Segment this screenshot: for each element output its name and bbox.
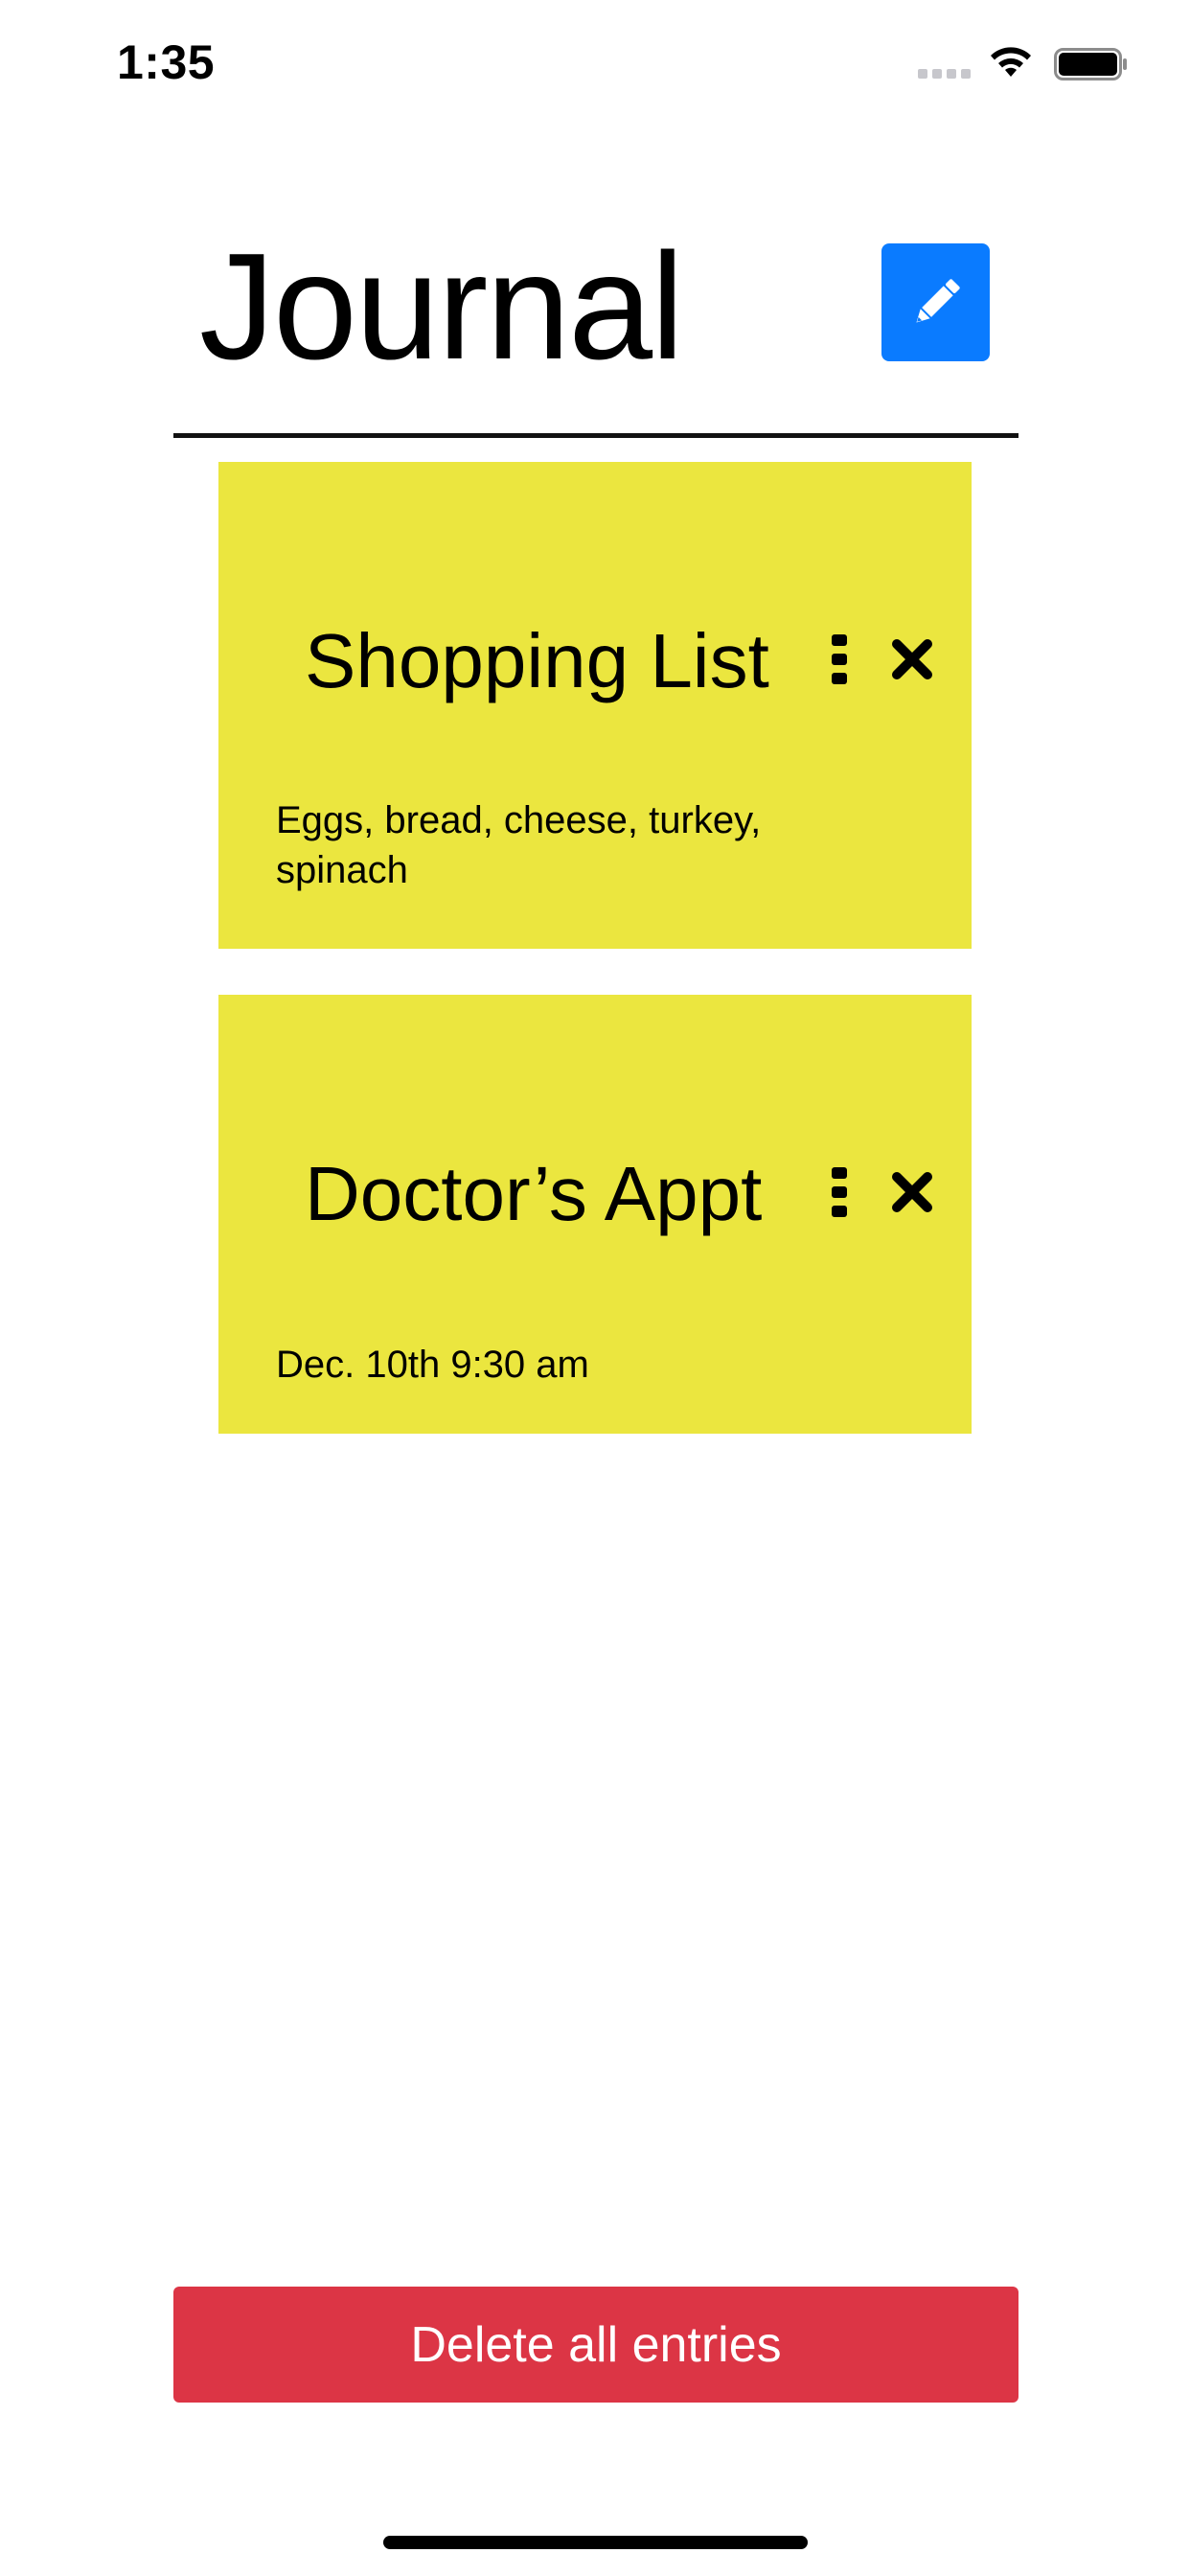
entry-card[interactable]: Doctor’s Appt Dec. 10th 9:30 am [218, 995, 972, 1434]
wifi-icon [991, 47, 1031, 77]
page-title: Journal [199, 222, 684, 391]
pencil-icon [915, 278, 960, 323]
entries-list: Shopping List Eggs, bread, cheese, turke… [218, 462, 972, 1480]
entry-body: Eggs, bread, cheese, turkey, spinach [276, 799, 762, 891]
entry-title: Doctor’s Appt [305, 1151, 763, 1236]
status-time: 1:35 [117, 35, 216, 89]
entry-card[interactable]: Shopping List Eggs, bread, cheese, turke… [218, 462, 972, 949]
home-indicator[interactable] [383, 2536, 808, 2549]
battery-icon [1054, 48, 1127, 80]
cellular-signal-icon [918, 69, 971, 79]
status-bar: 1:35 [0, 0, 1190, 126]
entry-body: Dec. 10th 9:30 am [276, 1344, 589, 1386]
more-vertical-icon[interactable] [828, 1165, 851, 1219]
delete-all-entries-button[interactable]: Delete all entries [173, 2287, 1018, 2403]
more-vertical-icon[interactable] [828, 632, 851, 686]
compose-entry-button[interactable] [881, 243, 990, 361]
close-icon[interactable] [891, 1171, 933, 1213]
close-icon[interactable] [891, 638, 933, 680]
entry-title: Shopping List [305, 618, 769, 703]
header-divider [173, 433, 1018, 438]
